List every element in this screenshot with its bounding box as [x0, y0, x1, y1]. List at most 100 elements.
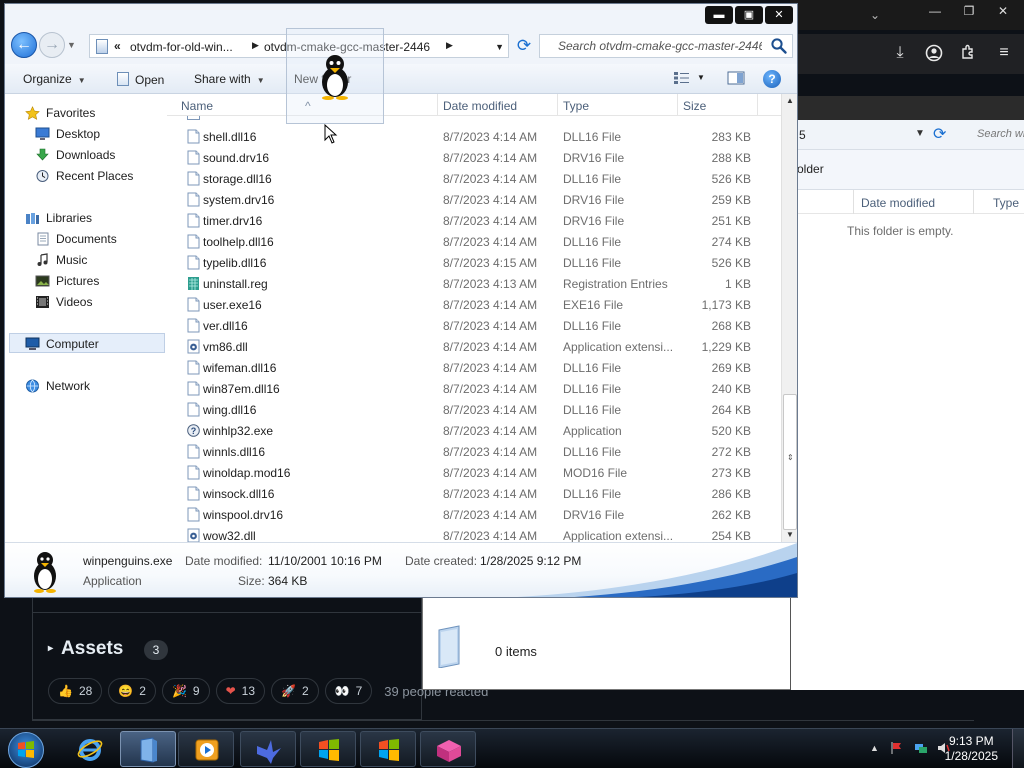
preview-pane-icon[interactable]	[727, 71, 745, 85]
clock[interactable]: 9:13 PM 1/28/2025	[945, 734, 998, 764]
column-type[interactable]: Type	[563, 99, 589, 113]
action-center-flag-icon[interactable]	[890, 741, 904, 755]
refresh-icon[interactable]: ⟳	[933, 124, 946, 144]
address-dropdown-icon[interactable]: ▼	[495, 42, 504, 52]
nav-favorites[interactable]: Favorites	[25, 106, 95, 120]
taskbar-internet-explorer[interactable]	[62, 731, 118, 767]
file-row[interactable]: system.drv16 8/7/2023 4:14 AM DRV16 File 25…	[167, 189, 767, 210]
nav-libraries[interactable]: Libraries	[25, 211, 92, 225]
overflow-chevron-icon[interactable]: «	[114, 39, 121, 53]
open-button[interactable]: Open	[117, 72, 164, 87]
file-row[interactable]: user.exe16 8/7/2023 4:14 AM EXE16 File 1,17…	[167, 294, 767, 315]
file-row[interactable]: winnls.dll16 8/7/2023 4:14 AM DLL16 File 27…	[167, 441, 767, 462]
share-with-menu[interactable]: Share with ▼	[194, 72, 265, 86]
chevron-down-icon[interactable]: ▼	[915, 128, 925, 139]
column-separator[interactable]	[437, 94, 438, 116]
window-titlebar[interactable]: ▬ ▣ ✕	[5, 4, 797, 28]
file-row[interactable]: vm86.dll 8/7/2023 4:14 AM Application exte…	[167, 336, 767, 357]
refresh-icon[interactable]: ⟳	[513, 36, 535, 58]
chevron-down-icon[interactable]: ⌄	[870, 8, 880, 22]
show-hidden-icons-icon[interactable]: ▲	[870, 743, 879, 753]
reaction-eyes[interactable]: 👀 7	[324, 678, 373, 704]
nav-music[interactable]: Music	[35, 253, 87, 267]
file-row[interactable]: timer.drv16 8/7/2023 4:14 AM DRV16 File 251…	[167, 210, 767, 231]
reaction-hooray[interactable]: 🎉 9	[161, 678, 210, 704]
secondary-search-input[interactable]: Search wi	[977, 128, 1024, 140]
downloads-icon[interactable]: ⤓	[890, 44, 910, 64]
secondary-address-bar[interactable]: 5 ▼ ⟳ Search wi	[791, 120, 1024, 150]
scroll-up-icon[interactable]: ▲	[782, 94, 798, 108]
column-type[interactable]: Type	[993, 196, 1019, 210]
nav-computer[interactable]: Computer	[25, 337, 99, 351]
search-box[interactable]	[539, 34, 793, 58]
breadcrumb-parent[interactable]: otvdm-for-old-win...	[130, 40, 233, 54]
show-desktop-button[interactable]	[1012, 729, 1024, 768]
reaction-laugh[interactable]: 😄 2	[108, 678, 156, 704]
nav-documents[interactable]: Documents	[35, 232, 117, 246]
file-row[interactable]: shell.dll16 8/7/2023 4:14 AM DLL16 File 283…	[167, 126, 767, 147]
file-row[interactable]: winoldap.mod16 8/7/2023 4:14 AM MOD16 File…	[167, 462, 767, 483]
nav-videos[interactable]: Videos	[35, 295, 92, 309]
recent-pages-dropdown-icon[interactable]: ▼	[67, 40, 76, 50]
back-arrow-icon[interactable]: ←	[11, 32, 37, 58]
nav-pictures[interactable]: Pictures	[35, 274, 99, 288]
taskbar-pink-box-app[interactable]	[420, 731, 476, 767]
file-row[interactable]: winsock.dll16 8/7/2023 4:14 AM DLL16 File 2…	[167, 483, 767, 504]
search-input[interactable]	[540, 35, 762, 57]
breadcrumb-separator-icon[interactable]: ▶	[446, 40, 453, 51]
column-separator[interactable]	[757, 94, 758, 116]
taskbar-windows-app-2[interactable]	[360, 731, 416, 767]
taskbar-file-explorer[interactable]	[120, 731, 176, 767]
forward-arrow-icon[interactable]: →	[39, 32, 65, 58]
file-row[interactable]: win87em.dll16 8/7/2023 4:14 AM DLL16 File 2…	[167, 378, 767, 399]
column-name[interactable]: Name	[181, 99, 213, 113]
scroll-down-icon[interactable]: ▼	[782, 528, 798, 542]
reaction-thumbs-up[interactable]: 👍 28	[48, 678, 103, 704]
column-separator[interactable]	[557, 94, 558, 116]
file-row[interactable]: wifeman.dll16 8/7/2023 4:14 AM DLL16 File 2…	[167, 357, 767, 378]
search-icon[interactable]	[770, 37, 788, 55]
start-button[interactable]	[8, 732, 44, 768]
close-button[interactable]: ✕	[765, 6, 793, 24]
column-date-modified[interactable]: Date modified	[443, 99, 517, 113]
organize-menu[interactable]: Organize ▼	[23, 72, 86, 86]
maximize-button[interactable]: ▣	[735, 6, 763, 24]
file-row[interactable]: storage.dll16 8/7/2023 4:14 AM DLL16 File 5…	[167, 168, 767, 189]
file-row[interactable]: winspool.drv16 8/7/2023 4:14 AM DRV16 File…	[167, 504, 767, 525]
extensions-icon[interactable]	[958, 44, 978, 64]
vertical-scrollbar[interactable]: ▲ ⇕ ▼	[781, 94, 797, 542]
new-folder-button[interactable]: older	[797, 162, 824, 176]
nav-recent-places[interactable]: Recent Places	[35, 169, 133, 183]
help-icon[interactable]: ?	[763, 70, 781, 88]
file-row[interactable]: sound.drv16 8/7/2023 4:14 AM DRV16 File 288…	[167, 147, 767, 168]
assets-heading[interactable]: ▸ Assets	[48, 638, 123, 660]
close-icon[interactable]: ✕	[988, 3, 1018, 19]
nav-downloads[interactable]: Downloads	[35, 148, 115, 162]
reaction-heart[interactable]: ❤ 13	[215, 678, 266, 704]
view-options-dropdown-icon[interactable]: ▼	[697, 73, 705, 82]
taskbar-windows-app-1[interactable]	[300, 731, 356, 767]
nav-network[interactable]: Network	[25, 379, 90, 393]
column-size[interactable]: Size	[683, 99, 706, 113]
menu-icon[interactable]: ≡	[994, 44, 1014, 64]
scrollbar-thumb[interactable]: ⇕	[783, 394, 797, 530]
network-status-icon[interactable]	[914, 741, 928, 755]
file-row[interactable]: wing.dll16 8/7/2023 4:14 AM DLL16 File 264 …	[167, 399, 767, 420]
nav-desktop[interactable]: Desktop	[35, 127, 100, 141]
breadcrumb-separator-icon[interactable]: ▶	[252, 40, 259, 51]
file-row[interactable]: toolhelp.dll16 8/7/2023 4:14 AM DLL16 File…	[167, 231, 767, 252]
column-date-modified[interactable]: Date modified	[861, 196, 935, 210]
file-row[interactable]: ver.dll16 8/7/2023 4:14 AM DLL16 File 268 K…	[167, 315, 767, 336]
change-view-icon[interactable]	[673, 71, 691, 85]
minimize-icon[interactable]: —	[920, 3, 950, 19]
file-row[interactable]: ? winhlp32.exe 8/7/2023 4:14 AM Application…	[167, 420, 767, 441]
restore-icon[interactable]: ❐	[954, 3, 984, 19]
file-row[interactable]: typelib.dll16 8/7/2023 4:15 AM DLL16 File 5…	[167, 252, 767, 273]
reaction-rocket[interactable]: 🚀 2	[271, 678, 319, 704]
column-separator[interactable]	[677, 94, 678, 116]
taskbar-bird-app[interactable]	[240, 731, 296, 767]
taskbar-media-player[interactable]	[178, 731, 234, 767]
file-row[interactable]: uninstall.reg 8/7/2023 4:13 AM Registratio…	[167, 273, 767, 294]
file-row[interactable]: wow32.dll 8/7/2023 4:14 AM Application ext…	[167, 525, 767, 542]
minimize-button[interactable]: ▬	[705, 6, 733, 24]
